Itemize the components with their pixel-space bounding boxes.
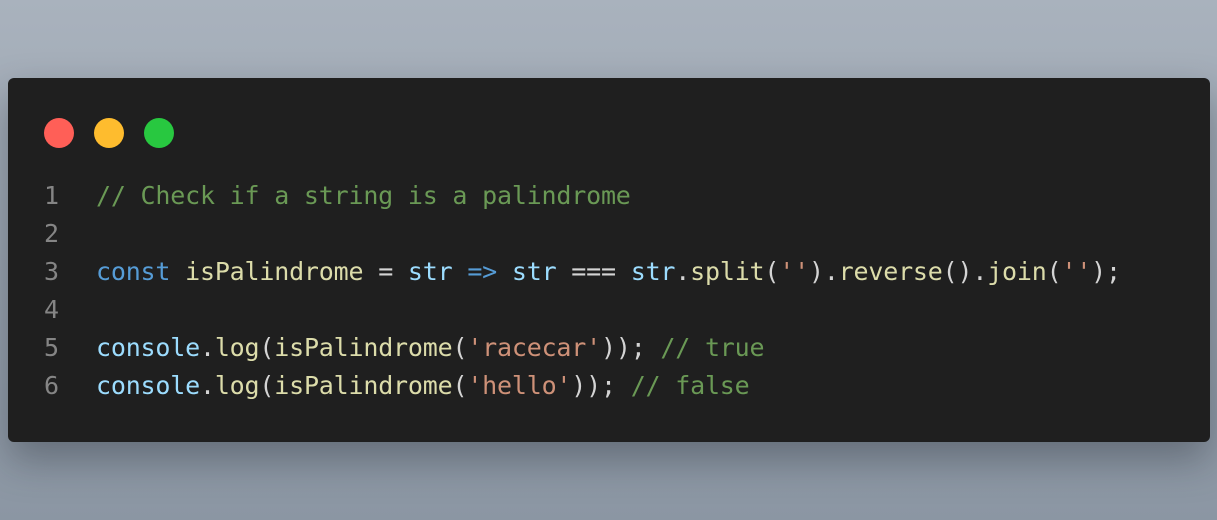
code-token-arrow: => (467, 257, 498, 286)
line-number: 4 (44, 295, 60, 324)
code-token-punct: (). (942, 257, 988, 286)
line-number: 3 (44, 257, 60, 286)
minimize-button[interactable] (94, 118, 124, 148)
code-line: 5 console.log(isPalindrome('racecar')); /… (8, 329, 1210, 367)
code-token-op: = (363, 257, 408, 286)
code-token-var: console (96, 371, 200, 400)
code-token-var: str (511, 257, 557, 286)
line-number: 1 (44, 181, 60, 210)
code-block: 1 // Check if a string is a palindrome 2 3 c… (8, 177, 1210, 405)
close-button[interactable] (44, 118, 74, 148)
code-token-string: '' (1061, 257, 1092, 286)
code-token-var: console (96, 333, 200, 362)
code-token-op: === (556, 257, 631, 286)
code-token-var: str (407, 257, 453, 286)
maximize-button[interactable] (144, 118, 174, 148)
code-token-comment: // false (630, 371, 750, 400)
code-token-func: log (214, 333, 260, 362)
code-token-func: log (214, 371, 260, 400)
code-token-op (170, 257, 185, 286)
code-token-punct: ( (1046, 257, 1062, 286)
code-token-punct: . (199, 371, 215, 400)
code-token-func: isPalindrome (274, 371, 453, 400)
code-text: const isPalindrome = str => str === str.… (96, 253, 1121, 291)
code-line: 2 (8, 215, 1210, 253)
code-token-punct: . (675, 257, 691, 286)
code-token-op (497, 257, 512, 286)
code-token-punct: ); (1091, 257, 1121, 286)
code-line: 6 console.log(isPalindrome('hello')); // … (8, 367, 1210, 405)
code-token-var: str (630, 257, 676, 286)
code-line: 4 (8, 291, 1210, 329)
code-line: 1 // Check if a string is a palindrome (8, 177, 1210, 215)
code-token-string: 'racecar' (467, 333, 601, 362)
code-token-string: 'hello' (467, 371, 572, 400)
code-text: console.log(isPalindrome('racecar')); //… (96, 329, 765, 367)
code-token-punct: )); (571, 371, 631, 400)
line-number: 2 (44, 219, 60, 248)
code-token-func: join (987, 257, 1047, 286)
code-token-punct: ( (452, 371, 468, 400)
code-token-string: '' (779, 257, 809, 286)
code-window: 1 // Check if a string is a palindrome 2 3 c… (8, 78, 1210, 442)
code-token-punct: ( (259, 371, 275, 400)
code-token-punct: )); (601, 333, 661, 362)
code-token-punct: ). (808, 257, 839, 286)
window-controls (44, 118, 174, 148)
code-token-comment: // Check if a string is a palindrome (96, 181, 631, 210)
code-token-punct: ( (259, 333, 275, 362)
code-token-func: reverse (838, 257, 943, 286)
code-token-func: isPalindrome (185, 257, 364, 286)
code-token-keyword: const (96, 257, 171, 286)
code-token-comment: // true (660, 333, 765, 362)
code-text: console.log(isPalindrome('hello')); // f… (96, 367, 750, 405)
code-token-punct: ( (764, 257, 780, 286)
code-token-func: isPalindrome (274, 333, 453, 362)
code-token-punct: ( (452, 333, 468, 362)
code-token-punct: . (199, 333, 215, 362)
line-number: 5 (44, 333, 60, 362)
code-text: // Check if a string is a palindrome (96, 177, 631, 215)
code-line: 3 const isPalindrome = str => str === str… (8, 253, 1210, 291)
line-number: 6 (44, 371, 60, 400)
code-token-op (452, 257, 467, 286)
code-token-func: split (690, 257, 765, 286)
